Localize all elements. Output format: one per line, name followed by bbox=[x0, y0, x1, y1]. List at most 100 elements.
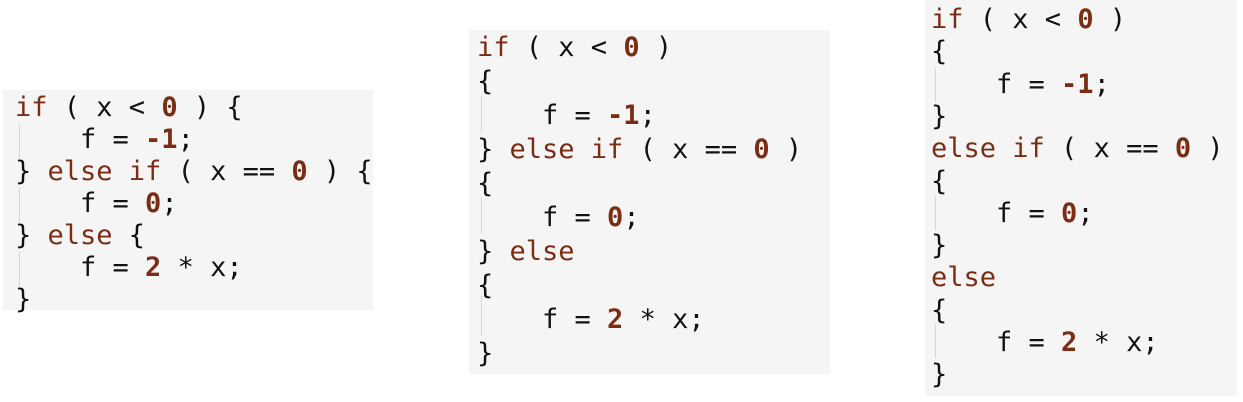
code-line: f = -1; bbox=[477, 100, 656, 132]
code-text: ( x == bbox=[623, 134, 754, 165]
code-text: f = bbox=[477, 202, 608, 233]
code-block-brace-same-line: if ( x < 0 ) { f = -1;} else if ( x == 0… bbox=[3, 90, 373, 315]
code-line: if ( x < 0 ) bbox=[931, 4, 1126, 36]
code-line: { bbox=[931, 166, 947, 198]
code-keyword: if bbox=[15, 92, 48, 123]
code-line: f = 0; bbox=[477, 202, 640, 234]
code-text: * x; bbox=[1077, 327, 1159, 358]
code-text: f = bbox=[931, 327, 1062, 358]
code-keyword: if bbox=[477, 32, 510, 63]
code-text: ( x == bbox=[161, 156, 292, 187]
code-number: 0 bbox=[1077, 4, 1094, 35]
code-text: * x; bbox=[623, 304, 705, 335]
code-line: f = 2 * x; bbox=[477, 304, 705, 336]
code-number: 0 bbox=[1174, 133, 1192, 165]
code-text: ( x < bbox=[509, 32, 624, 63]
code-text: ; bbox=[623, 202, 640, 233]
code-number: -1 bbox=[145, 124, 178, 155]
code-line: } else if ( x == 0 ) { bbox=[15, 156, 373, 188]
code-number: 0 bbox=[291, 156, 308, 187]
code-line: { bbox=[931, 36, 947, 68]
code-text: ) bbox=[639, 32, 673, 63]
code-line: { bbox=[477, 270, 493, 302]
code-text: * x; bbox=[161, 252, 243, 283]
code-text: f = bbox=[477, 100, 608, 131]
code-text: } bbox=[477, 236, 510, 267]
code-keyword: else bbox=[931, 262, 997, 294]
code-text: } bbox=[15, 156, 48, 187]
code-text: } bbox=[931, 359, 948, 391]
code-text: { bbox=[112, 220, 146, 251]
code-text: f = bbox=[477, 304, 608, 335]
code-line: f = -1; bbox=[931, 69, 1110, 101]
code-line: f = 0; bbox=[931, 198, 1094, 230]
code-text: ) bbox=[1093, 4, 1127, 35]
code-number: 0 bbox=[607, 202, 624, 233]
code-block-brace-next-line: if ( x < 0 ){ f = -1;} else if ( x == 0 … bbox=[469, 30, 830, 374]
code-text: { bbox=[931, 294, 948, 326]
code-text: ( x < bbox=[963, 4, 1078, 35]
code-text: ) { bbox=[177, 92, 243, 123]
code-number: 2 bbox=[145, 252, 162, 283]
code-line: } else bbox=[477, 236, 575, 268]
code-line: } bbox=[931, 359, 947, 391]
code-text: f = bbox=[15, 252, 146, 283]
code-text: } bbox=[931, 230, 948, 262]
code-keyword: else if bbox=[931, 133, 1045, 165]
code-line: { bbox=[931, 295, 947, 327]
code-text: ; bbox=[1077, 197, 1094, 229]
code-keyword: else bbox=[509, 236, 575, 267]
code-line: f = 0; bbox=[15, 188, 178, 220]
code-text: } bbox=[477, 134, 510, 165]
code-keyword: else bbox=[47, 220, 113, 251]
code-line: } bbox=[931, 101, 947, 133]
code-text: ) bbox=[1191, 133, 1224, 165]
code-text: { bbox=[477, 66, 494, 97]
code-text: ; bbox=[161, 188, 178, 219]
code-text: f = bbox=[931, 68, 1062, 100]
code-text: } bbox=[15, 220, 48, 251]
code-block-braces-own-lines: if ( x < 0 ){ f = -1;} else if ( x == 0 )… bbox=[925, 0, 1237, 396]
code-line: } else if ( x == 0 ) bbox=[477, 134, 802, 166]
code-number: 2 bbox=[1061, 327, 1078, 358]
code-line: { bbox=[477, 168, 493, 200]
code-text: ; bbox=[177, 124, 194, 155]
code-line: if ( x < 0 ) bbox=[477, 32, 672, 64]
code-text: { bbox=[477, 270, 494, 301]
code-text: f = bbox=[931, 197, 1062, 229]
code-text: ) { bbox=[307, 156, 373, 187]
code-text: } bbox=[15, 284, 32, 315]
code-text: ) bbox=[769, 134, 803, 165]
code-line: } bbox=[931, 230, 947, 262]
code-number: 0 bbox=[1061, 197, 1078, 229]
code-text: ; bbox=[1093, 68, 1110, 100]
code-text: } bbox=[477, 338, 494, 369]
code-line: f = 2 * x; bbox=[15, 252, 243, 284]
code-text: f = bbox=[15, 124, 146, 155]
code-number: 0 bbox=[753, 134, 770, 165]
code-line: f = 2 * x; bbox=[931, 327, 1159, 359]
code-line: else if ( x == 0 ) bbox=[931, 133, 1224, 165]
code-text: { bbox=[931, 165, 948, 197]
code-text: f = bbox=[15, 188, 146, 219]
code-number: 0 bbox=[161, 92, 178, 123]
code-number: 2 bbox=[607, 304, 624, 335]
code-line: } bbox=[477, 338, 493, 370]
code-line: } else { bbox=[15, 220, 145, 252]
code-text: ( x == bbox=[1044, 133, 1175, 165]
code-keyword: else if bbox=[47, 156, 162, 187]
code-line: f = -1; bbox=[15, 124, 194, 156]
code-number: 0 bbox=[623, 32, 640, 63]
code-keyword: if bbox=[931, 4, 964, 35]
code-keyword: else if bbox=[509, 134, 624, 165]
code-number: 0 bbox=[145, 188, 162, 219]
code-text: { bbox=[477, 168, 494, 199]
code-line: { bbox=[477, 66, 493, 98]
code-text: { bbox=[931, 36, 948, 68]
code-line: else bbox=[931, 262, 996, 294]
code-line: if ( x < 0 ) { bbox=[15, 92, 243, 124]
code-text: ; bbox=[639, 100, 656, 131]
code-text: ( x < bbox=[47, 92, 162, 123]
code-number: -1 bbox=[1061, 68, 1094, 100]
code-text: } bbox=[931, 100, 948, 132]
